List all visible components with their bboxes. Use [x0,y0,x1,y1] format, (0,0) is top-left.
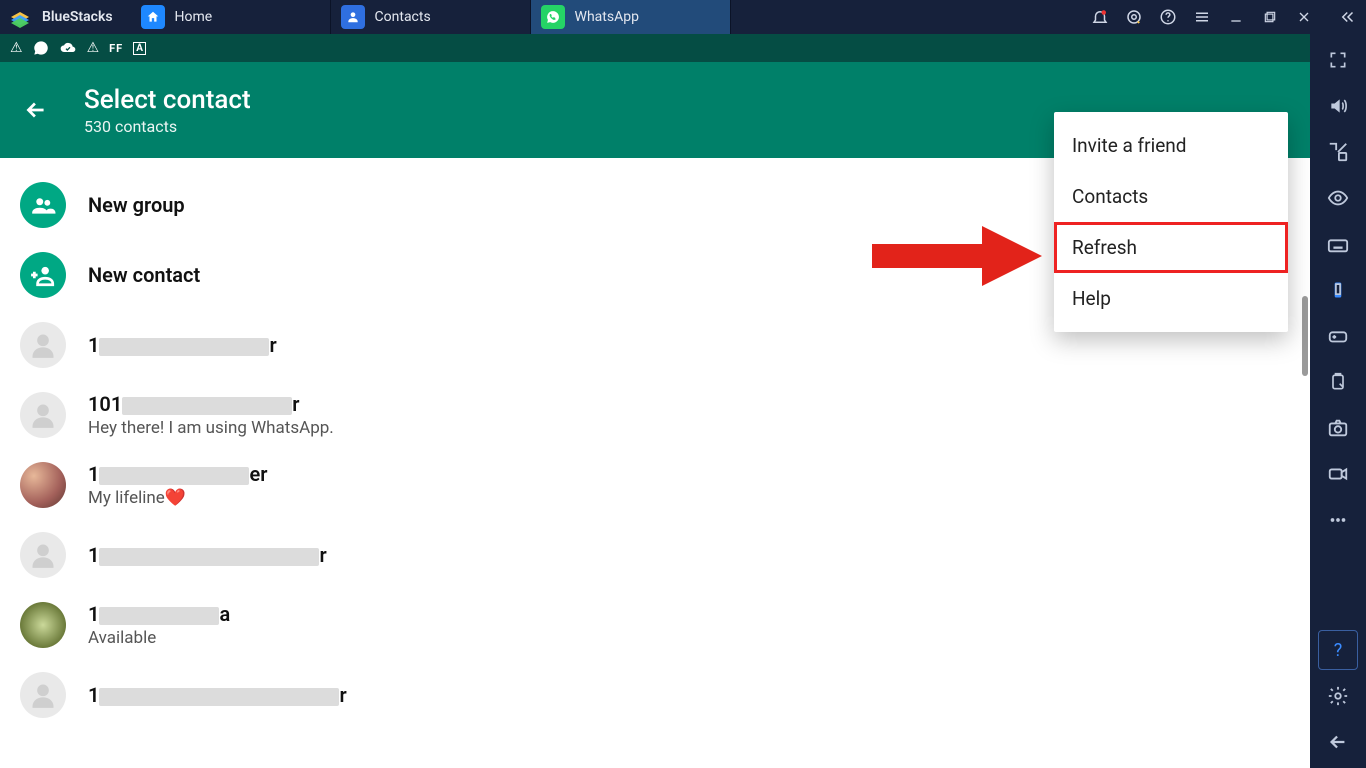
annotation-arrow-icon [872,226,1042,286]
bluestacks-brand-label: BlueStacks [42,9,113,25]
whatsapp-status-icon [33,40,49,56]
help-box-icon[interactable]: ? [1318,630,1358,670]
chevrons-left-icon[interactable] [1338,7,1358,27]
overflow-menu: Invite a friend Contacts Refresh Help [1054,112,1288,332]
phone-rotate-icon[interactable] [1318,270,1358,310]
avatar [20,602,66,648]
contact-name: 1r [88,683,347,707]
contact-row[interactable]: 1erMy lifeline❤️ [0,450,1310,520]
avatar [20,462,66,508]
app-content: ⚠ ⚠ FF A Select contact 530 contacts [0,34,1310,768]
page-subtitle: 530 contacts [84,117,251,136]
contact-name: 1r [88,333,277,357]
new-contact-label: New contact [88,263,200,287]
ff-icon: FF [109,42,123,55]
contact-row[interactable]: 1r [0,660,1310,730]
person-icon [341,5,365,29]
avatar [20,672,66,718]
whatsapp-icon [541,5,565,29]
tab-label: Contacts [375,9,431,25]
keyboard-icon[interactable] [1318,224,1358,264]
back-arrow-icon[interactable] [16,90,56,130]
maximize-icon[interactable] [1260,7,1280,27]
target-icon[interactable] [1124,7,1144,27]
page-title: Select contact [84,85,251,115]
contact-name: 101r [88,392,334,416]
contact-row[interactable]: 1aAvailable [0,590,1310,660]
bluestacks-side-toolbar: ? [1310,34,1366,768]
video-icon[interactable] [1318,454,1358,494]
avatar [20,392,66,438]
bluestacks-logo-icon [6,3,34,31]
contact-status: Available [88,628,230,648]
camera-icon[interactable] [1318,408,1358,448]
cloud-check-icon [59,40,77,56]
contact-status: Hey there! I am using WhatsApp. [88,418,334,438]
group-icon [20,182,66,228]
eye-icon[interactable] [1318,178,1358,218]
volume-icon[interactable] [1318,86,1358,126]
warning-icon: ⚠ [10,40,23,56]
help-circle-icon[interactable] [1158,7,1178,27]
bluestacks-titlebar: BlueStacks Home Contacts WhatsApp [0,0,1366,34]
minimize-icon[interactable] [1226,7,1246,27]
android-back-icon[interactable] [1318,722,1358,762]
scrollbar-thumb[interactable] [1302,296,1308,376]
contact-row[interactable]: 101rHey there! I am using WhatsApp. [0,380,1310,450]
contact-name: 1a [88,602,230,626]
bell-icon[interactable] [1090,7,1110,27]
gear-icon[interactable] [1318,676,1358,716]
tab-label: Home [175,9,213,25]
tab-home[interactable]: Home [131,0,331,34]
tab-whatsapp[interactable]: WhatsApp [531,0,731,34]
contact-name: 1r [88,543,327,567]
avatar [20,532,66,578]
new-group-label: New group [88,193,185,217]
menu-icon[interactable] [1192,7,1212,27]
android-status-bar: ⚠ ⚠ FF A [0,34,1310,62]
a-box-icon: A [133,42,146,55]
home-icon [141,5,165,29]
fullscreen-icon[interactable] [1318,40,1358,80]
menu-item-invite-friend[interactable]: Invite a friend [1054,120,1288,171]
add-person-icon [20,252,66,298]
contact-status: My lifeline❤️ [88,488,267,508]
menu-item-help[interactable]: Help [1054,273,1288,324]
more-icon[interactable] [1318,500,1358,540]
contact-row[interactable]: 1r [0,520,1310,590]
contact-name: 1er [88,462,267,486]
tab-contacts[interactable]: Contacts [331,0,531,34]
menu-item-refresh[interactable]: Refresh [1054,222,1288,273]
location-lock-icon[interactable] [1318,132,1358,172]
avatar [20,322,66,368]
app-tabs: Home Contacts WhatsApp [131,0,731,34]
clipboard-icon[interactable] [1318,362,1358,402]
menu-item-contacts[interactable]: Contacts [1054,171,1288,222]
gamepad-icon[interactable] [1318,316,1358,356]
tab-label: WhatsApp [575,9,639,25]
close-icon[interactable] [1294,7,1314,27]
warning-icon: ⚠ [87,40,100,56]
titlebar-right-controls [1090,7,1366,27]
